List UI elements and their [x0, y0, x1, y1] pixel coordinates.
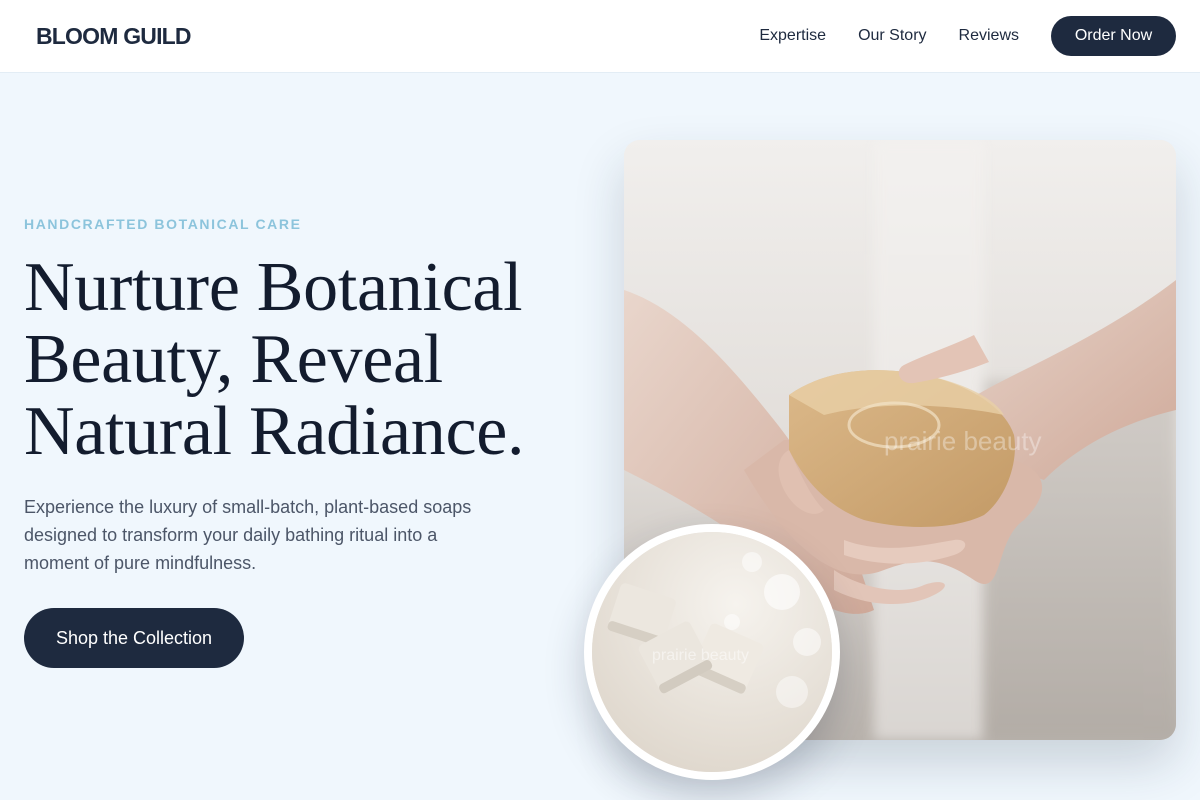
hero-description: Experience the luxury of small-batch, pl… — [24, 497, 472, 573]
nav-link-reviews[interactable]: Reviews — [959, 27, 1019, 45]
brand-logo[interactable]: BLOOM GUILD — [36, 23, 192, 50]
site-header: BLOOM GUILD Expertise Our Story Reviews … — [0, 0, 1200, 73]
main-nav: Expertise Our Story Reviews Order Now — [759, 16, 1176, 56]
headline-line-2: Beauty, Reveal — [24, 321, 443, 398]
nav-link-expertise[interactable]: Expertise — [759, 27, 826, 45]
hero-eyebrow: HANDCRAFTED BOTANICAL CARE — [24, 216, 302, 232]
nav-link-our-story[interactable]: Our Story — [858, 27, 926, 45]
order-now-button[interactable]: Order Now — [1051, 16, 1176, 56]
main-image-watermark: prairie beauty — [884, 426, 1042, 456]
shop-collection-button[interactable]: Shop the Collection — [24, 608, 244, 668]
soap-cubes-circle-photo: prairie beauty — [584, 524, 840, 780]
headline-line-3: Natural Radiance. — [24, 393, 525, 470]
soap-cubes-image: prairie beauty — [592, 532, 832, 772]
hero-headline: Nurture Botanical Beauty, Reveal Natural… — [24, 252, 584, 468]
headline-line-1: Nurture Botanical — [24, 249, 523, 326]
circle-image-watermark: prairie beauty — [652, 647, 749, 664]
